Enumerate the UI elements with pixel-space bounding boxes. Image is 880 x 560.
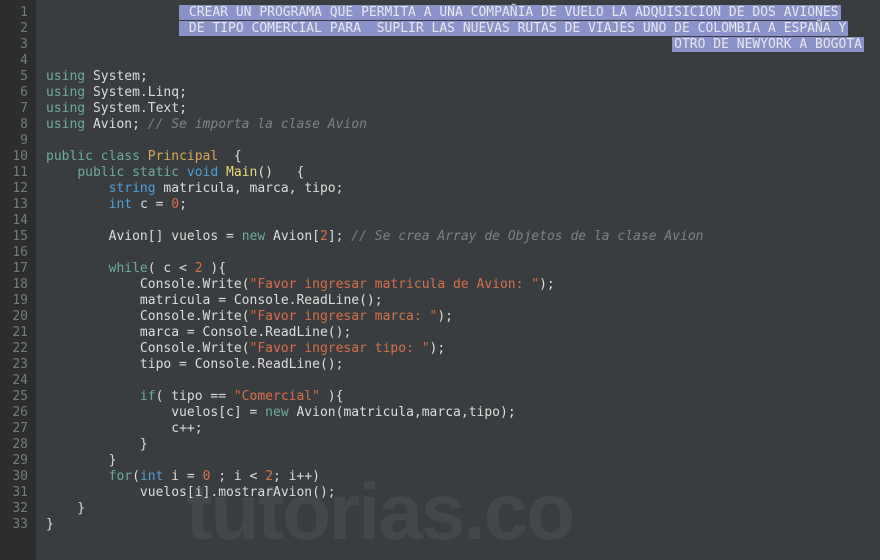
line-number: 21: [5, 325, 28, 341]
code-line[interactable]: matricula = Console.ReadLine();: [46, 293, 880, 309]
code-line[interactable]: }: [46, 501, 880, 517]
code-line[interactable]: Avion[] vuelos = new Avion[2]; // Se cre…: [46, 229, 880, 245]
line-number: 5: [5, 69, 28, 85]
code-line[interactable]: public static void Main() {: [46, 165, 880, 181]
code-line[interactable]: DE TIPO COMERCIAL PARA SUPLIR LAS NUEVAS…: [46, 21, 880, 37]
line-number: 18: [5, 277, 28, 293]
inline-comment: // Se importa la clase Avion: [148, 117, 367, 132]
line-number: 26: [5, 405, 28, 421]
code-line[interactable]: marca = Console.ReadLine();: [46, 325, 880, 341]
code-line[interactable]: [46, 133, 880, 149]
code-line[interactable]: [46, 245, 880, 261]
line-number: 23: [5, 357, 28, 373]
inline-comment: // Se crea Array de Objetos de la clase …: [351, 229, 703, 244]
code-line[interactable]: }: [46, 437, 880, 453]
line-number: 25: [5, 389, 28, 405]
line-number: 8: [5, 117, 28, 133]
code-line[interactable]: string matricula, marca, tipo;: [46, 181, 880, 197]
line-number: 16: [5, 245, 28, 261]
line-number: 30: [5, 469, 28, 485]
line-number: 4: [5, 53, 28, 69]
code-line[interactable]: Console.Write("Favor ingresar matricula …: [46, 277, 880, 293]
line-number: 11: [5, 165, 28, 181]
line-number: 10: [5, 149, 28, 165]
line-number: 19: [5, 293, 28, 309]
code-line[interactable]: OTRO DE NEWYORK A BOGOTA: [46, 37, 880, 53]
code-line[interactable]: if( tipo == "Comercial" ){: [46, 389, 880, 405]
line-number: 32: [5, 501, 28, 517]
code-area[interactable]: tutorias.co CREAR UN PROGRAMA QUE PERMIT…: [36, 0, 880, 560]
header-comment: CREAR UN PROGRAMA QUE PERMITA A UNA COMP…: [179, 5, 840, 20]
line-number: 33: [5, 517, 28, 533]
code-line[interactable]: [46, 373, 880, 389]
line-number: 14: [5, 213, 28, 229]
header-comment: DE TIPO COMERCIAL PARA SUPLIR LAS NUEVAS…: [179, 21, 848, 36]
code-line[interactable]: [46, 53, 880, 69]
line-number: 29: [5, 453, 28, 469]
code-line[interactable]: using System;: [46, 69, 880, 85]
code-line[interactable]: }: [46, 453, 880, 469]
line-number: 20: [5, 309, 28, 325]
code-line[interactable]: int c = 0;: [46, 197, 880, 213]
line-number: 12: [5, 181, 28, 197]
line-number: 13: [5, 197, 28, 213]
line-number: 17: [5, 261, 28, 277]
line-number: 24: [5, 373, 28, 389]
code-line[interactable]: c++;: [46, 421, 880, 437]
line-number: 9: [5, 133, 28, 149]
line-number: 7: [5, 101, 28, 117]
line-number: 28: [5, 437, 28, 453]
code-editor: 1 2 3 4 5 6 7 8 9 10 11 12 13 14 15 16 1…: [0, 0, 880, 560]
line-number: 22: [5, 341, 28, 357]
code-line[interactable]: using Avion; // Se importa la clase Avio…: [46, 117, 880, 133]
line-number: 6: [5, 85, 28, 101]
code-line[interactable]: for(int i = 0 ; i < 2; i++): [46, 469, 880, 485]
code-line[interactable]: [46, 213, 880, 229]
code-line[interactable]: CREAR UN PROGRAMA QUE PERMITA A UNA COMP…: [46, 5, 880, 21]
line-number: 1: [5, 5, 28, 21]
code-line[interactable]: public class Principal {: [46, 149, 880, 165]
code-line[interactable]: }: [46, 517, 880, 533]
line-number: 2: [5, 21, 28, 37]
line-number: 3: [5, 37, 28, 53]
line-number: 15: [5, 229, 28, 245]
code-line[interactable]: using System.Linq;: [46, 85, 880, 101]
code-line[interactable]: Console.Write("Favor ingresar marca: ");: [46, 309, 880, 325]
line-number: 27: [5, 421, 28, 437]
code-line[interactable]: vuelos[i].mostrarAvion();: [46, 485, 880, 501]
code-line[interactable]: tipo = Console.ReadLine();: [46, 357, 880, 373]
line-number: 31: [5, 485, 28, 501]
code-line[interactable]: Console.Write("Favor ingresar tipo: ");: [46, 341, 880, 357]
line-gutter: 1 2 3 4 5 6 7 8 9 10 11 12 13 14 15 16 1…: [0, 0, 36, 560]
header-comment: OTRO DE NEWYORK A BOGOTA: [672, 37, 864, 52]
code-line[interactable]: using System.Text;: [46, 101, 880, 117]
code-line[interactable]: vuelos[c] = new Avion(matricula,marca,ti…: [46, 405, 880, 421]
code-line[interactable]: while( c < 2 ){: [46, 261, 880, 277]
